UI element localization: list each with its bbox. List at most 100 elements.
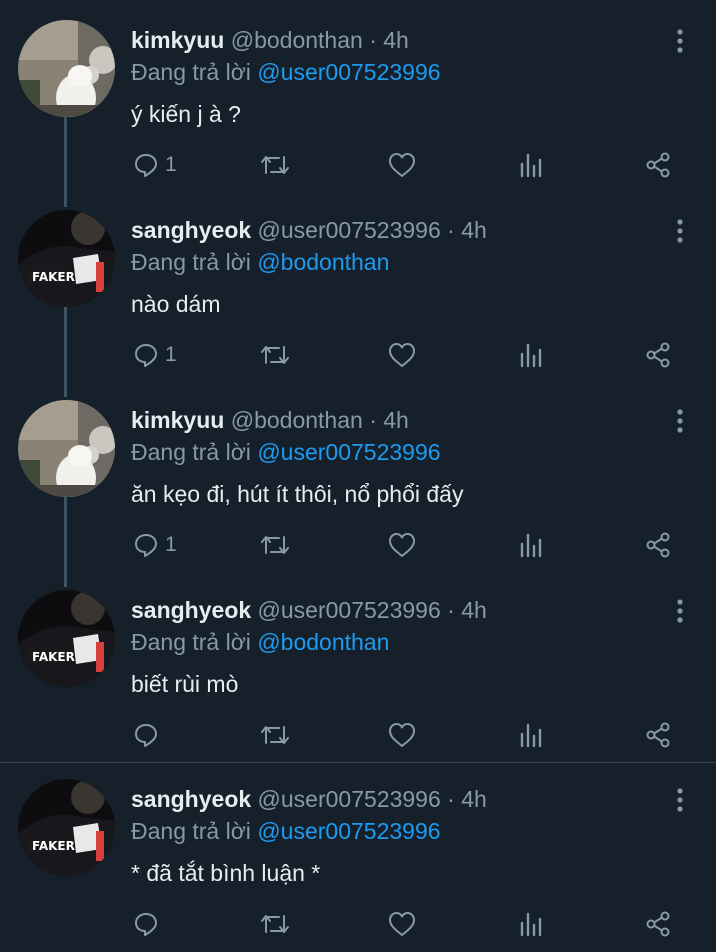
analytics-icon bbox=[520, 912, 542, 937]
reply-count: 1 bbox=[165, 343, 177, 366]
heart-icon bbox=[389, 153, 415, 177]
analytics-button[interactable] bbox=[519, 150, 543, 180]
retweet-icon bbox=[261, 156, 289, 174]
timestamp[interactable]: 4h bbox=[383, 27, 409, 53]
retweet-button[interactable] bbox=[260, 340, 290, 370]
avatar[interactable] bbox=[18, 20, 115, 117]
tweet[interactable]: FAKER sanghyeok @user007523996 · 4h Đang… bbox=[0, 190, 716, 380]
white-cat-avatar-image bbox=[18, 20, 115, 117]
like-button[interactable] bbox=[388, 340, 416, 370]
tweet[interactable]: FAKER sanghyeok @user007523996 · 4h Đang… bbox=[0, 570, 716, 760]
tweet-header: sanghyeok @user007523996 · 4h bbox=[131, 595, 487, 625]
avatar[interactable]: FAKER bbox=[18, 590, 115, 687]
faker-jacket-avatar-image: FAKER bbox=[18, 590, 115, 687]
timestamp[interactable]: 4h bbox=[461, 597, 487, 623]
action-bar bbox=[0, 720, 716, 750]
replying-to: Đang trả lời @bodonthan bbox=[131, 627, 389, 657]
user-handle[interactable]: @user007523996 bbox=[258, 217, 441, 243]
retweet-button[interactable] bbox=[260, 720, 290, 750]
retweet-button[interactable] bbox=[260, 530, 290, 560]
display-name[interactable]: sanghyeok bbox=[131, 786, 251, 812]
like-button[interactable] bbox=[388, 150, 416, 180]
reply-button[interactable] bbox=[133, 720, 165, 750]
share-button[interactable] bbox=[645, 909, 671, 939]
reply-icon bbox=[135, 913, 157, 936]
analytics-icon bbox=[520, 343, 542, 368]
retweet-button[interactable] bbox=[260, 150, 290, 180]
avatar[interactable]: FAKER bbox=[18, 779, 115, 876]
replying-label: Đang trả lời bbox=[131, 818, 251, 844]
heart-icon bbox=[389, 723, 415, 747]
faker-jacket-avatar-image: FAKER bbox=[18, 779, 115, 876]
retweet-icon bbox=[261, 726, 289, 744]
analytics-icon bbox=[520, 723, 542, 748]
like-button[interactable] bbox=[388, 530, 416, 560]
replying-to: Đang trả lời @user007523996 bbox=[131, 816, 441, 846]
share-button[interactable] bbox=[645, 150, 671, 180]
share-button[interactable] bbox=[645, 720, 671, 750]
reply-icon bbox=[135, 534, 157, 557]
separator-dot: · bbox=[447, 597, 455, 623]
action-bar: 1 bbox=[0, 340, 716, 370]
timestamp[interactable]: 4h bbox=[461, 217, 487, 243]
tweet-header: sanghyeok @user007523996 · 4h bbox=[131, 215, 487, 245]
display-name[interactable]: kimkyuu bbox=[131, 27, 224, 53]
separator-dot: · bbox=[447, 217, 455, 243]
tweet[interactable]: kimkyuu @bodonthan · 4h Đang trả lời @us… bbox=[0, 380, 716, 570]
timestamp[interactable]: 4h bbox=[383, 407, 409, 433]
timestamp[interactable]: 4h bbox=[461, 786, 487, 812]
share-button[interactable] bbox=[645, 340, 671, 370]
analytics-button[interactable] bbox=[519, 530, 543, 560]
more-options-icon[interactable] bbox=[670, 216, 690, 246]
like-button[interactable] bbox=[388, 720, 416, 750]
avatar[interactable]: FAKER bbox=[18, 210, 115, 307]
reply-button[interactable] bbox=[133, 909, 165, 939]
reply-button[interactable]: 1 bbox=[133, 150, 177, 180]
mention-link[interactable]: @bodonthan bbox=[257, 629, 389, 655]
reply-icon bbox=[135, 344, 157, 367]
action-bar: 1 bbox=[0, 150, 716, 180]
retweet-button[interactable] bbox=[260, 909, 290, 939]
heart-icon bbox=[389, 533, 415, 557]
analytics-button[interactable] bbox=[519, 340, 543, 370]
share-icon bbox=[646, 911, 670, 937]
analytics-icon bbox=[520, 533, 542, 558]
mention-link[interactable]: @user007523996 bbox=[257, 818, 440, 844]
reply-button[interactable]: 1 bbox=[133, 340, 177, 370]
mention-link[interactable]: @user007523996 bbox=[257, 59, 440, 85]
more-options-icon[interactable] bbox=[670, 406, 690, 436]
mention-link[interactable]: @user007523996 bbox=[257, 439, 440, 465]
tweet-header: kimkyuu @bodonthan · 4h bbox=[131, 405, 409, 435]
display-name[interactable]: sanghyeok bbox=[131, 217, 251, 243]
more-options-icon[interactable] bbox=[670, 26, 690, 56]
more-options-icon[interactable] bbox=[670, 785, 690, 815]
display-name[interactable]: sanghyeok bbox=[131, 597, 251, 623]
replying-label: Đang trả lời bbox=[131, 59, 251, 85]
user-handle[interactable]: @bodonthan bbox=[231, 407, 363, 433]
action-bar bbox=[0, 909, 716, 939]
replying-to: Đang trả lời @user007523996 bbox=[131, 437, 441, 467]
share-icon bbox=[646, 342, 670, 368]
display-name[interactable]: kimkyuu bbox=[131, 407, 224, 433]
reply-button[interactable]: 1 bbox=[133, 530, 177, 560]
svg-text:FAKER: FAKER bbox=[32, 650, 75, 664]
share-button[interactable] bbox=[645, 530, 671, 560]
analytics-button[interactable] bbox=[519, 720, 543, 750]
share-icon bbox=[646, 532, 670, 558]
analytics-button[interactable] bbox=[519, 909, 543, 939]
user-handle[interactable]: @user007523996 bbox=[258, 786, 441, 812]
replying-to: Đang trả lời @user007523996 bbox=[131, 57, 441, 87]
retweet-icon bbox=[261, 346, 289, 364]
reply-thread: kimkyuu @bodonthan · 4h Đang trả lời @us… bbox=[0, 0, 716, 952]
separator-dot: · bbox=[447, 786, 455, 812]
white-cat-avatar-image bbox=[18, 400, 115, 497]
like-button[interactable] bbox=[388, 909, 416, 939]
tweet[interactable]: FAKER sanghyeok @user007523996 · 4h Đang… bbox=[0, 759, 716, 949]
avatar[interactable] bbox=[18, 400, 115, 497]
reply-icon bbox=[135, 154, 157, 177]
mention-link[interactable]: @bodonthan bbox=[257, 249, 389, 275]
user-handle[interactable]: @bodonthan bbox=[231, 27, 363, 53]
tweet[interactable]: kimkyuu @bodonthan · 4h Đang trả lời @us… bbox=[0, 0, 716, 190]
user-handle[interactable]: @user007523996 bbox=[258, 597, 441, 623]
more-options-icon[interactable] bbox=[670, 596, 690, 626]
